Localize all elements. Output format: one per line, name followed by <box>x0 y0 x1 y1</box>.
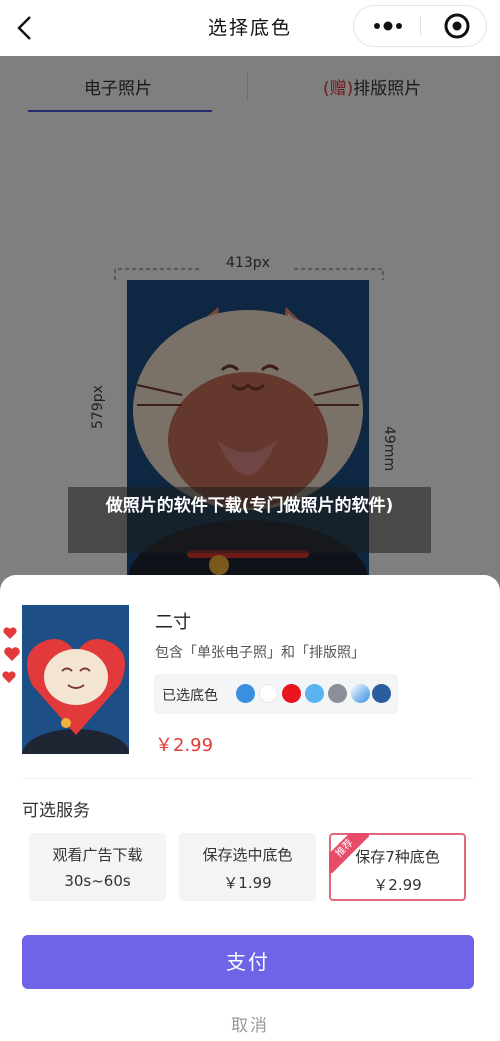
article-caption: 做照片的软件下载(专门做照片的软件) <box>68 487 431 553</box>
service-option-save-selected[interactable]: 保存选中底色 ￥1.99 <box>179 833 316 901</box>
color-swatch-blue[interactable] <box>236 684 255 703</box>
service-detail: ￥1.99 <box>223 874 272 892</box>
service-name: 保存7种底色 <box>355 848 440 866</box>
mini-program-capsule <box>353 5 487 47</box>
size-description: 包含「单张电子照」和「排版照」 <box>155 645 365 661</box>
price: ￥2.99 <box>155 735 214 756</box>
services-title: 可选服务 <box>22 801 90 821</box>
service-name: 保存选中底色 <box>202 846 293 864</box>
divider <box>22 778 474 779</box>
color-swatch-dark-blue[interactable] <box>372 684 391 703</box>
more-dots-icon[interactable] <box>354 6 420 46</box>
color-swatch-gray[interactable] <box>328 684 347 703</box>
color-swatch-white[interactable] <box>259 684 278 703</box>
top-nav-bar: 选择底色 <box>0 0 500 56</box>
payment-bottom-sheet: 二寸 包含「单张电子照」和「排版照」 已选底色 ￥2.99 可选服务 观看广告下… <box>0 575 500 1041</box>
selected-color-label: 已选底色 <box>162 688 218 704</box>
color-swatch-red[interactable] <box>282 684 301 703</box>
cancel-button[interactable]: 取消 <box>0 1011 500 1036</box>
service-detail: ￥2.99 <box>373 876 422 894</box>
target-icon[interactable] <box>421 6 487 46</box>
service-name: 观看广告下载 <box>52 846 143 864</box>
heart-decoration-icon <box>2 627 20 683</box>
service-option-save-seven[interactable]: 推荐 保存7种底色 ￥2.99 <box>329 833 466 901</box>
color-swatch-gradient-blue[interactable] <box>351 684 370 703</box>
service-option-watch-ad[interactable]: 观看广告下载 30s~60s <box>29 833 166 901</box>
selected-colors-panel: 已选底色 <box>154 674 398 714</box>
color-swatch-light-blue[interactable] <box>305 684 324 703</box>
photo-thumbnail <box>22 605 129 754</box>
service-detail: 30s~60s <box>64 872 131 890</box>
pay-button[interactable]: 支付 <box>22 935 474 989</box>
size-name: 二寸 <box>155 612 191 633</box>
